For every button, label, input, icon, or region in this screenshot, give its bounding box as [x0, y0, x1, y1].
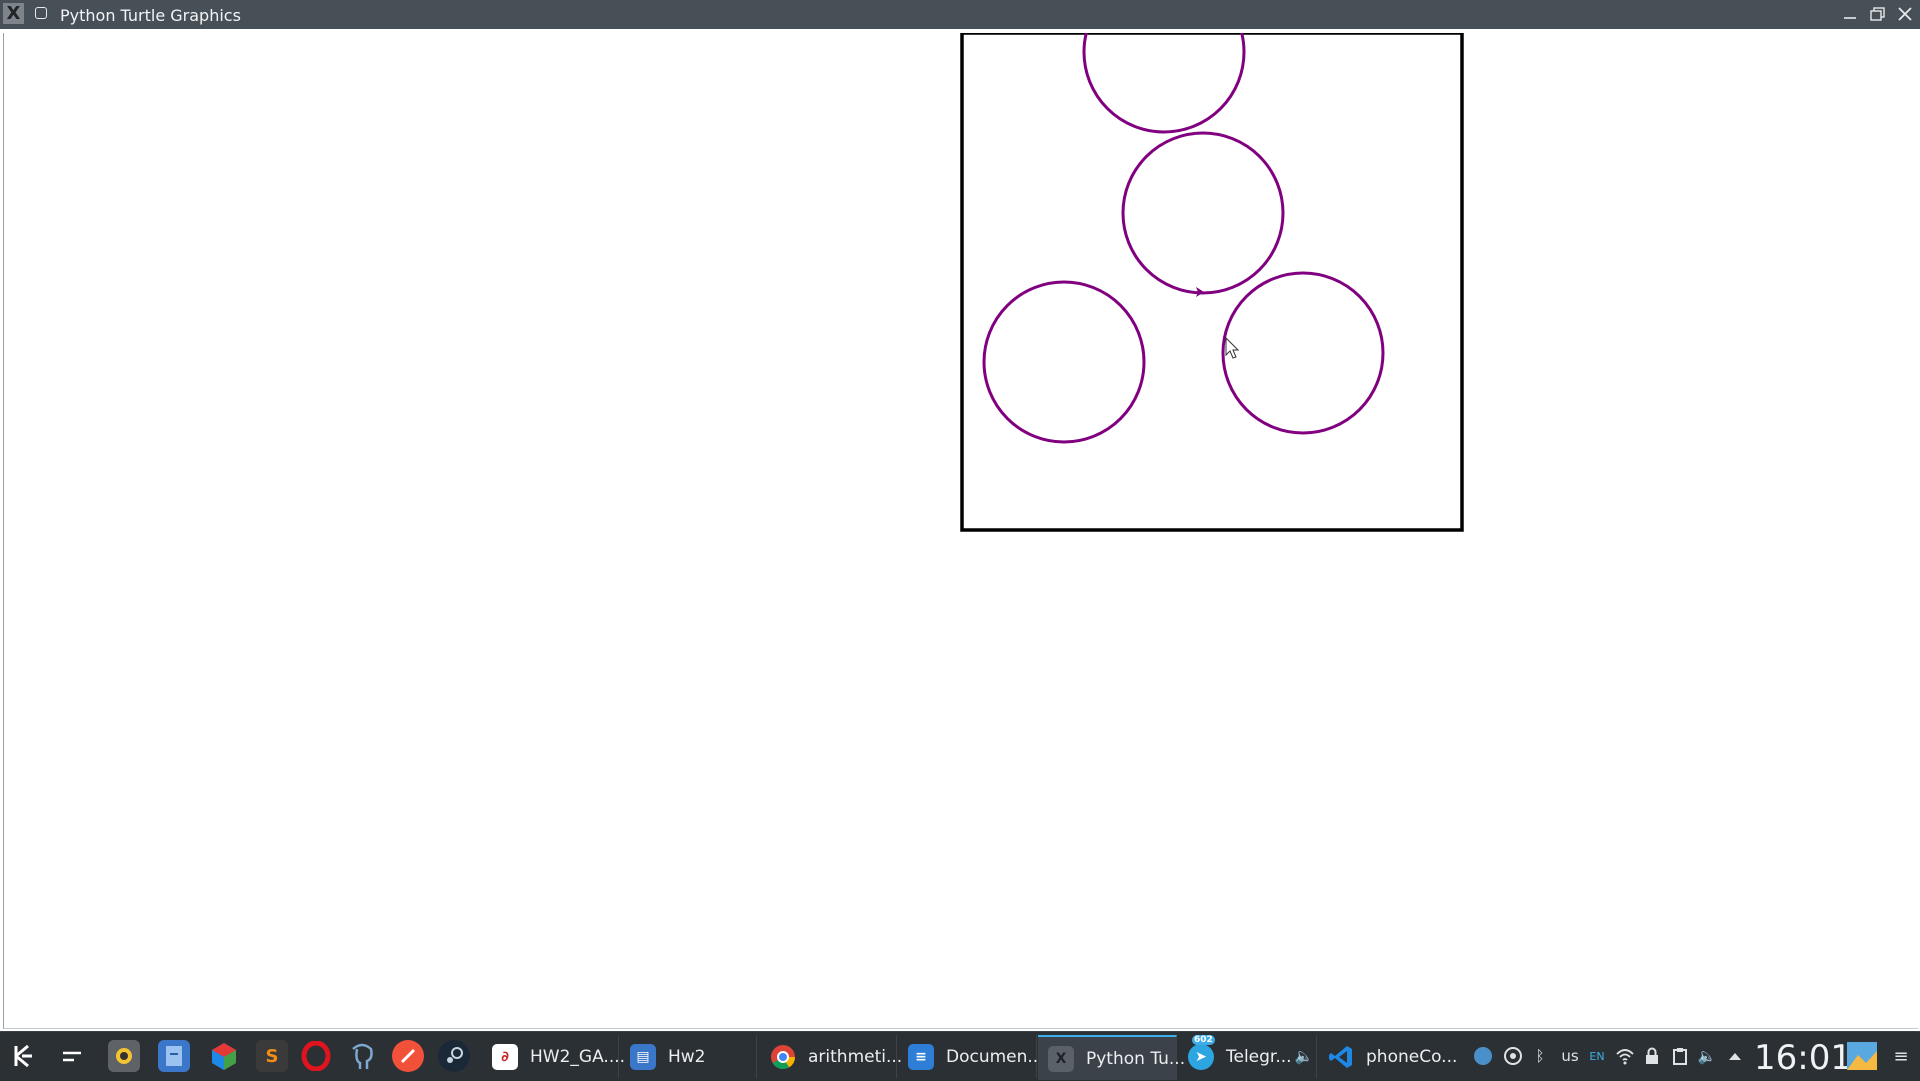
- show-desktop-icon[interactable]: [56, 1040, 88, 1072]
- task-folder-hw2[interactable]: ▤ Hw2: [620, 1035, 757, 1078]
- task-label: Telegr...: [1226, 1046, 1292, 1067]
- app-menu-icon[interactable]: [6, 1040, 38, 1072]
- wifi-icon[interactable]: [1614, 1046, 1636, 1066]
- task-label: HW2_GA....: [530, 1046, 626, 1067]
- clipboard-icon[interactable]: [1670, 1046, 1690, 1066]
- 3d-cube-app-icon[interactable]: [208, 1040, 240, 1072]
- close-icon[interactable]: [1893, 3, 1917, 25]
- task-label: Documen...: [946, 1046, 1044, 1067]
- task-label: arithmeti...: [808, 1046, 903, 1067]
- keyboard-layout[interactable]: us: [1558, 1046, 1582, 1066]
- task-document[interactable]: ≡ Documen...: [898, 1035, 1044, 1078]
- document-icon: ≡: [908, 1043, 934, 1070]
- steam-tray-icon[interactable]: [1472, 1046, 1494, 1066]
- task-python-turtle[interactable]: X Python Tu...: [1038, 1035, 1185, 1080]
- telegram-icon: ➤ 602: [1188, 1034, 1215, 1070]
- opera-browser-icon[interactable]: [300, 1040, 332, 1072]
- vscode-icon: [1328, 1044, 1354, 1070]
- sublime-text-icon[interactable]: S: [256, 1040, 288, 1072]
- folder-icon: ▤: [630, 1043, 656, 1070]
- speaker-icon[interactable]: 🔈: [1696, 1046, 1718, 1066]
- swift-app-icon[interactable]: [392, 1040, 424, 1072]
- task-pdf-viewer[interactable]: ∂ HW2_GA....: [482, 1035, 625, 1078]
- middle-circle: [1121, 131, 1285, 295]
- hamburger-menu-icon[interactable]: ≡: [1890, 1046, 1912, 1067]
- mouse-pointer: [1225, 336, 1240, 359]
- chrome-icon: [770, 1044, 796, 1070]
- postgresql-icon[interactable]: [346, 1040, 378, 1072]
- x-window-icon[interactable]: X: [3, 3, 24, 24]
- task-label: Hw2: [668, 1046, 706, 1067]
- pdf-viewer-icon: ∂: [492, 1043, 518, 1070]
- task-label: phoneCo...: [1366, 1046, 1458, 1067]
- clock[interactable]: 16:01: [1754, 1038, 1852, 1078]
- vpn-icon[interactable]: [1502, 1046, 1524, 1066]
- task-vscode[interactable]: phoneCo...: [1318, 1035, 1458, 1078]
- bottom-left-circle: [982, 280, 1146, 444]
- task-label: Python Tu...: [1086, 1048, 1186, 1069]
- minimize-icon[interactable]: [1838, 3, 1862, 25]
- window-titlebar[interactable]: X Python Turtle Graphics: [0, 0, 1920, 29]
- language-indicator[interactable]: EN: [1588, 1046, 1606, 1066]
- expand-tray-icon[interactable]: [1726, 1046, 1744, 1066]
- lock-icon[interactable]: [1642, 1046, 1662, 1066]
- maximize-icon[interactable]: [1866, 3, 1890, 25]
- screenshot-app-icon[interactable]: [108, 1040, 140, 1072]
- steam-icon[interactable]: [438, 1040, 470, 1072]
- top-circle: [1082, 33, 1246, 134]
- drawing-frame: [960, 33, 1464, 532]
- volume-icon[interactable]: 🔈: [1294, 1046, 1314, 1066]
- window-title: Python Turtle Graphics: [60, 6, 241, 25]
- file-manager-icon[interactable]: [158, 1040, 190, 1072]
- desktop-preview-icon[interactable]: [1846, 1041, 1878, 1071]
- unread-badge: 602: [1192, 1034, 1215, 1045]
- taskbar: S ∂ HW2_GA.... ▤ Hw2 arithmeti... ≡ Docu…: [0, 1031, 1920, 1081]
- bluetooth-icon[interactable]: ᛒ: [1530, 1046, 1550, 1066]
- x-window-icon: X: [1048, 1045, 1074, 1072]
- turtle-canvas[interactable]: [3, 33, 1918, 1029]
- task-chrome[interactable]: arithmeti...: [760, 1035, 902, 1078]
- keep-above-icon[interactable]: [35, 7, 47, 19]
- bottom-right-circle: [1221, 271, 1385, 435]
